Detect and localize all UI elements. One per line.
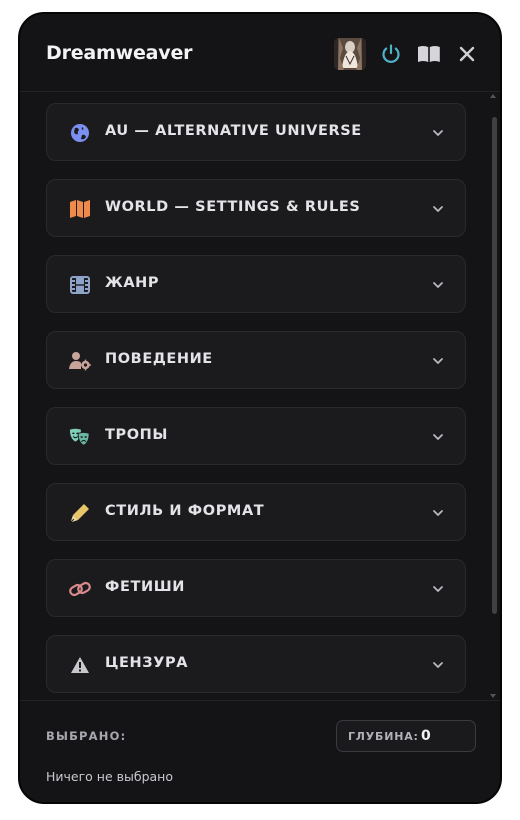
film-icon [69, 274, 91, 296]
globe-icon [69, 122, 91, 144]
book-button[interactable] [415, 40, 443, 68]
map-icon [69, 198, 91, 220]
depth-field[interactable]: ГЛУБИНА: [336, 720, 476, 752]
section-label: СТИЛЬ И ФОРМАТ [105, 503, 265, 519]
section-style-format[interactable]: СТИЛЬ И ФОРМАТ [46, 483, 466, 541]
user-gear-icon [69, 350, 91, 372]
section-behavior[interactable]: ПОВЕДЕНИЕ [46, 331, 466, 389]
chevron-down-icon [433, 586, 443, 592]
avatar-image [334, 38, 366, 70]
link-icon [69, 578, 91, 600]
section-label: ТРОПЫ [105, 427, 169, 443]
pen-icon [69, 502, 91, 524]
scroll-down-arrow[interactable] [490, 693, 496, 699]
section-genre[interactable]: ЖАНР [46, 255, 466, 313]
power-button[interactable] [377, 40, 405, 68]
chevron-down-icon [433, 282, 443, 288]
chevron-down-icon [433, 434, 443, 440]
dreamweaver-panel: Dreamweaver AU — ALTERNATIVE UNIVERSE WO… [18, 12, 502, 804]
avatar[interactable] [334, 38, 366, 70]
chevron-down-icon [433, 358, 443, 364]
scroll-up-arrow[interactable] [490, 93, 496, 99]
close-icon [459, 46, 475, 62]
depth-label: ГЛУБИНА: [348, 730, 419, 743]
masks-icon [69, 426, 91, 448]
section-fetishes[interactable]: ФЕТИШИ [46, 559, 466, 617]
chevron-down-icon [433, 206, 443, 212]
book-open-icon [418, 46, 440, 62]
section-world[interactable]: WORLD — SETTINGS & RULES [46, 179, 466, 237]
power-icon [382, 44, 400, 63]
close-button[interactable] [453, 40, 481, 68]
section-censorship[interactable]: ЦЕНЗУРА [46, 635, 466, 693]
panel-header: Dreamweaver [20, 14, 500, 92]
section-label: ЦЕНЗУРА [105, 655, 189, 671]
section-label: ЖАНР [105, 275, 160, 291]
selected-label: ВЫБРАНО: [46, 729, 127, 743]
section-label: AU — ALTERNATIVE UNIVERSE [105, 123, 362, 139]
selected-summary: Ничего не выбрано [46, 769, 173, 784]
depth-input[interactable] [421, 725, 471, 747]
sections-list: AU — ALTERNATIVE UNIVERSE WORLD — SETTIN… [20, 93, 500, 699]
warning-icon [69, 654, 91, 676]
section-tropes[interactable]: ТРОПЫ [46, 407, 466, 465]
chevron-down-icon [433, 662, 443, 668]
section-label: WORLD — SETTINGS & RULES [105, 199, 361, 215]
scrollbar-thumb[interactable] [492, 117, 497, 614]
section-au[interactable]: AU — ALTERNATIVE UNIVERSE [46, 103, 466, 161]
selection-footer: ВЫБРАНО: ГЛУБИНА: Ничего не выбрано [20, 700, 500, 802]
chevron-down-icon [433, 130, 443, 136]
chevron-down-icon [433, 510, 443, 516]
section-label: ПОВЕДЕНИЕ [105, 351, 213, 367]
section-label: ФЕТИШИ [105, 579, 185, 595]
app-title: Dreamweaver [46, 42, 193, 64]
